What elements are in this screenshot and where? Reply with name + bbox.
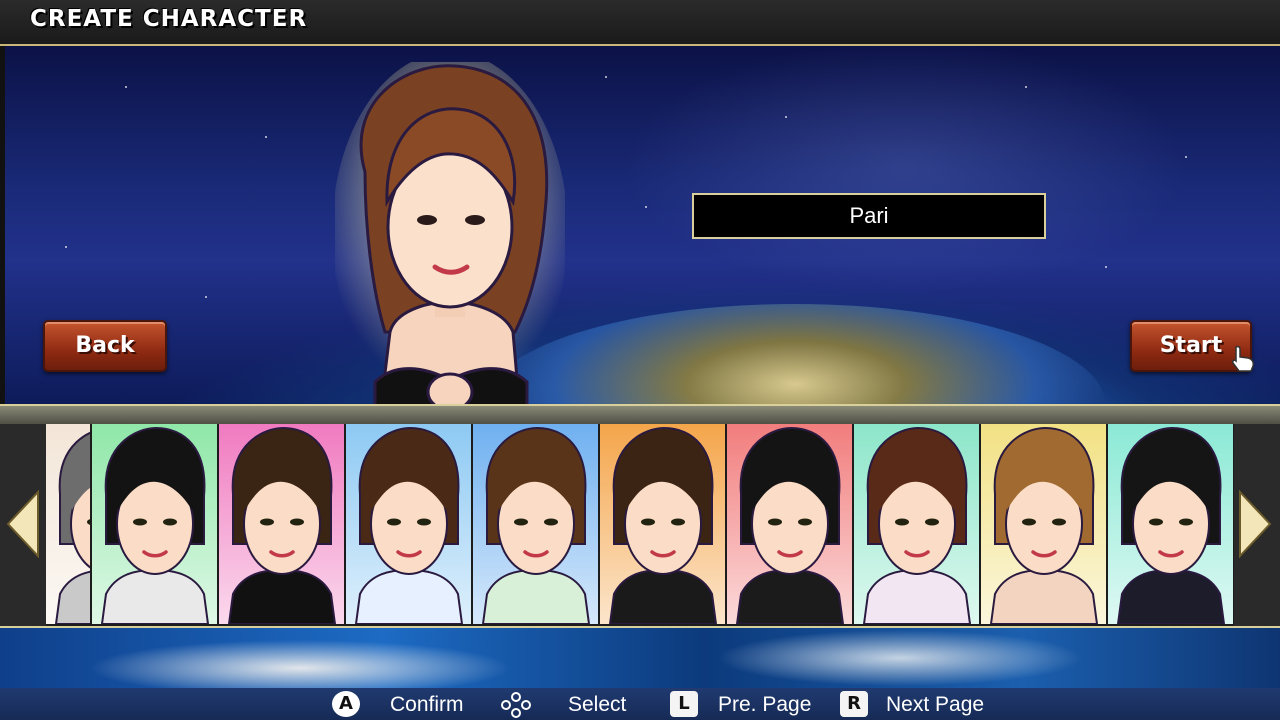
l-button-icon: L <box>670 691 698 717</box>
character-portrait-card[interactable] <box>600 424 728 624</box>
back-button[interactable]: Back <box>43 320 167 372</box>
dpad-icon <box>501 692 531 718</box>
arrow-right-icon <box>1239 490 1272 558</box>
character-selection-row <box>0 424 1280 626</box>
character-face <box>481 426 591 624</box>
character-face <box>354 426 464 624</box>
character-face <box>862 426 972 624</box>
character-face <box>608 426 718 624</box>
next-page-arrow[interactable] <box>1234 424 1280 626</box>
space-background <box>5 46 1280 404</box>
a-button-icon: A <box>332 691 360 717</box>
select-hint: Select <box>568 693 627 716</box>
character-portrait-card[interactable] <box>346 424 474 624</box>
page-title: CREATE CHARACTER <box>30 6 308 32</box>
hand-cursor-icon <box>1232 345 1254 372</box>
character-face <box>989 426 1099 624</box>
character-portrait-card[interactable] <box>854 424 982 624</box>
control-hints-bar: A Confirm Select L Pre. Page R Next Page <box>0 688 1280 720</box>
character-face <box>735 426 845 624</box>
confirm-hint: Confirm <box>390 693 464 716</box>
character-face <box>227 426 337 624</box>
character-face <box>1116 426 1226 624</box>
divider-strip <box>0 404 1280 426</box>
r-button-icon: R <box>840 691 868 717</box>
character-name-field[interactable]: Pari <box>692 193 1046 239</box>
selected-character-portrait <box>335 62 565 420</box>
bottom-earth-strip <box>0 626 1280 690</box>
character-portrait-card[interactable] <box>1108 424 1236 624</box>
character-portrait-card[interactable] <box>727 424 855 624</box>
previous-page-arrow[interactable] <box>0 424 46 626</box>
character-portrait-card[interactable] <box>981 424 1109 624</box>
character-portrait-card[interactable] <box>46 424 93 624</box>
previous-page-hint: Pre. Page <box>718 693 812 716</box>
earth-graphic <box>485 304 1105 404</box>
character-face <box>54 431 90 624</box>
character-portrait-card[interactable] <box>92 424 220 624</box>
arrow-left-icon <box>6 490 39 558</box>
character-portrait-card[interactable] <box>219 424 347 624</box>
next-page-hint: Next Page <box>886 693 985 716</box>
title-bar: CREATE CHARACTER <box>0 0 1280 46</box>
character-portrait-card[interactable] <box>473 424 601 624</box>
character-face <box>100 426 210 624</box>
